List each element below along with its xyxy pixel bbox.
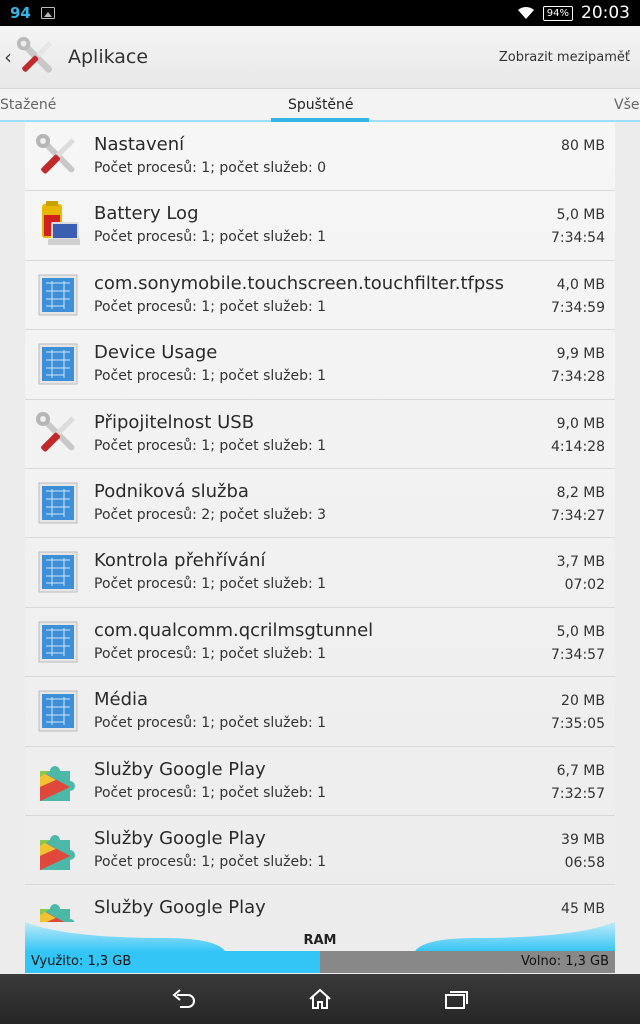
app-name: Služby Google Play [94,758,266,780]
running-apps-list[interactable]: Nastavení Počet procesů: 1; počet služeb:… [25,122,615,922]
app-row[interactable]: com.qualcomm.qcrilmsgtunnel Počet procesů… [25,608,615,678]
tab-bar: Stažené Spuštěné Vše [0,88,640,122]
app-name: com.qualcomm.qcrilmsgtunnel [94,619,374,641]
app-run-time: 06:58 [564,854,605,871]
blueprint-app-icon [34,479,82,527]
app-row[interactable]: Služby Google Play 45 MB [25,885,615,922]
blueprint-app-icon [34,548,82,596]
ram-used-label: Využito: 1,3 GB [31,954,132,969]
ram-label: RAM [303,933,337,948]
app-run-time: 7:34:27 [551,507,605,524]
app-memory-size: 6,7 MB [556,762,605,779]
app-name: Služby Google Play [94,827,266,849]
app-run-time: 4:14:28 [551,438,605,455]
app-name: Device Usage [94,342,218,364]
image-notification-icon [40,7,55,19]
app-row[interactable]: com.sonymobile.touchscreen.touchfilter.t… [25,261,615,331]
tab-running[interactable]: Spuštěné [288,97,354,113]
app-process-info: Počet procesů: 1; počet služeb: 1 [94,368,327,385]
ram-usage-bar: Využito: 1,3 GB Volno: 1,3 GB [25,951,615,973]
blueprint-app-icon [34,687,82,735]
app-process-info: Počet procesů: 1; počet služeb: 1 [94,645,327,662]
ram-free-label: Volno: 1,3 GB [521,954,609,969]
wifi-icon [517,6,534,19]
app-run-time: 07:02 [564,577,605,594]
app-run-time: 7:34:59 [551,299,605,316]
app-memory-size: 9,9 MB [556,346,605,363]
app-memory-size: 8,2 MB [556,484,605,501]
tools-icon [34,410,82,458]
app-name: Služby Google Play [94,897,266,919]
app-name: Podniková služba [94,480,249,502]
app-row[interactable]: Podniková služba Počet procesů: 2; počet … [25,469,615,539]
app-process-info: Počet procesů: 1; počet služeb: 1 [94,715,327,732]
battery-icon: 94% [542,5,573,21]
app-process-info: Počet procesů: 1; počet služeb: 1 [94,853,327,870]
app-process-info: Počet procesů: 1; počet služeb: 1 [94,229,327,246]
google-play-services-icon [34,895,82,922]
app-row[interactable]: Device Usage Počet procesů: 1; počet služ… [25,330,615,400]
show-cache-button[interactable]: Zobrazit mezipaměť [499,50,630,65]
app-memory-size: 4,0 MB [556,276,605,293]
navigation-bar [0,974,640,1024]
app-process-info: Počet procesů: 1; počet služeb: 0 [94,160,327,176]
app-name: com.sonymobile.touchscreen.touchfilter.t… [94,272,505,294]
tab-downloaded[interactable]: Stažené [0,97,56,113]
page-title: Aplikace [68,46,149,68]
settings-tools-icon[interactable] [14,34,60,80]
app-memory-size: 5,0 MB [556,623,605,640]
app-row[interactable]: Připojitelnost USB Počet procesů: 1; poče… [25,400,615,469]
app-row[interactable]: Nastavení Počet procesů: 1; počet služeb:… [25,122,615,192]
app-memory-size: 80 MB [561,138,605,154]
app-memory-size: 3,7 MB [556,554,605,571]
app-row[interactable]: Služby Google Play Počet procesů: 1; poče… [25,747,615,816]
blueprint-app-icon [34,340,82,388]
app-name: Battery Log [94,203,199,225]
app-row[interactable]: Média Počet procesů: 1; počet služeb: 1 20… [25,677,615,747]
app-memory-size: 45 MB [561,901,605,918]
home-icon[interactable] [307,987,333,1011]
notification-number: 94 [10,4,31,22]
app-process-info: Počet procesů: 2; počet služeb: 3 [94,506,327,523]
google-play-services-icon [34,757,82,805]
back-icon[interactable] [171,987,197,1011]
app-row[interactable]: Battery Log Počet procesů: 1; počet služe… [25,191,615,261]
app-row[interactable]: Kontrola přehřívání Počet procesů: 1; poč… [25,538,615,608]
action-bar: ‹ Aplikace Zobrazit mezipaměť [0,26,640,88]
app-name: Kontrola přehřívání [94,550,266,572]
tools-icon [34,132,82,180]
tab-all[interactable]: Vše [614,97,639,113]
google-play-services-icon [34,826,82,874]
app-run-time: 7:35:05 [551,716,605,733]
app-process-info: Počet procesů: 1; počet služeb: 1 [94,437,327,454]
recents-icon[interactable] [443,987,469,1011]
app-name: Připojitelnost USB [94,411,255,433]
app-name: Média [94,689,149,711]
app-run-time: 7:34:28 [551,369,605,386]
app-run-time: 7:32:57 [551,785,605,802]
blueprint-app-icon [34,271,82,319]
app-process-info: Počet procesů: 1; počet služeb: 1 [94,784,327,801]
status-bar: 94 94% 20:03 [0,0,640,26]
clock: 20:03 [581,3,630,23]
app-process-info: Počet procesů: 1; počet služeb: 1 [94,576,327,593]
app-name: Nastavení [94,134,185,155]
app-process-info: Počet procesů: 1; počet služeb: 1 [94,298,327,315]
blueprint-app-icon [34,618,82,666]
app-run-time: 7:34:54 [551,230,605,247]
app-memory-size: 9,0 MB [556,415,605,432]
battery-log-icon [34,201,82,249]
app-memory-size: 20 MB [561,693,605,710]
app-row[interactable]: Služby Google Play Počet procesů: 1; poče… [25,816,615,886]
app-run-time: 7:34:57 [551,646,605,663]
app-memory-size: 39 MB [561,831,605,848]
app-memory-size: 5,0 MB [556,207,605,224]
